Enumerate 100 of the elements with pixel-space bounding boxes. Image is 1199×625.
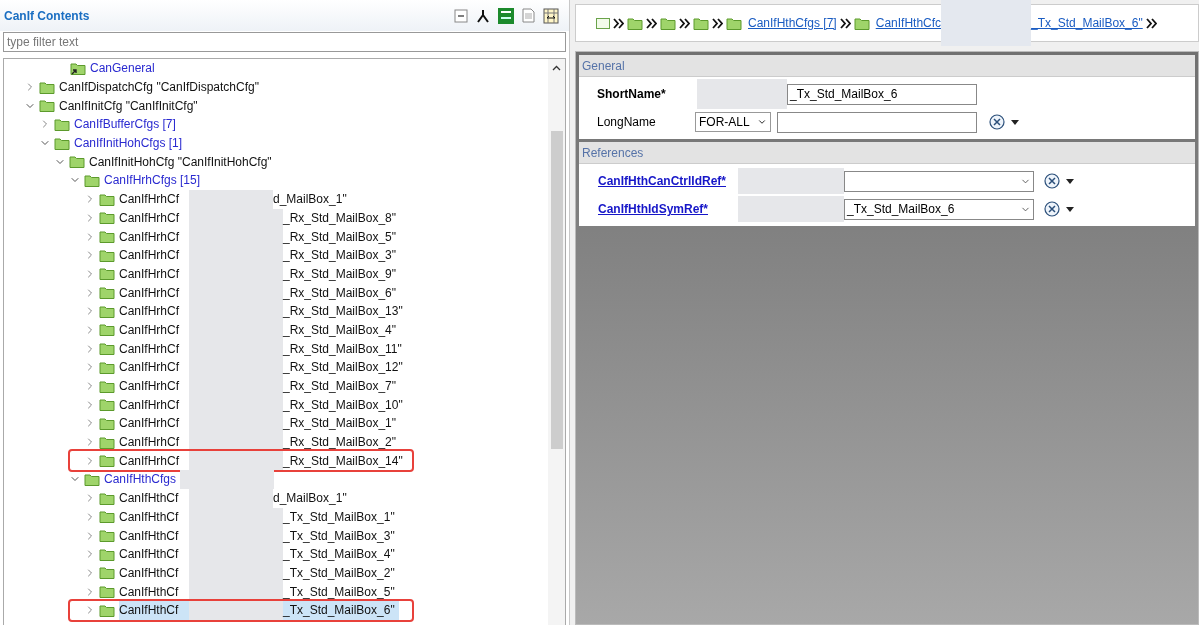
reference-link[interactable]: CanIfHthCanCtrlIdRef*	[598, 172, 732, 190]
tree-item-label: CanIfHthCf	[119, 602, 180, 620]
reference-combo[interactable]: _Tx_Std_MailBox_6	[844, 198, 1034, 220]
tree-item-label: _Rx_Std_MailBox_12"	[283, 359, 404, 377]
scrollbar[interactable]	[548, 59, 565, 625]
field-label: LongName	[597, 114, 657, 131]
tree-item-label: CanIfHthCf	[119, 583, 180, 601]
tree-item-label: _Tx_Std_MailBox_2"	[283, 564, 396, 582]
tree-item[interactable]: CanIfHrhCf _Rx_Std_MailBox_7"	[119, 376, 400, 396]
folder-icon	[99, 342, 115, 356]
tree-item-label: _Tx_Std_MailBox_6"	[283, 602, 396, 620]
tree-item-label: CanIfHrhCf	[119, 265, 181, 283]
tree-item[interactable]: CanIfHthCf _Tx_Std_MailBox_1"	[119, 507, 399, 527]
blank-box-icon	[596, 17, 610, 29]
tool-icon[interactable]	[1044, 201, 1060, 217]
tree-item[interactable]: CanIfHrhCf _Rx_Std_MailBox_11"	[119, 339, 406, 358]
tree-item[interactable]: CanIfHthCf _Tx_Std_MailBox_5"	[119, 582, 399, 601]
tree-item[interactable]: CanIfHrhCf _Rx_Std_MailBox_13"	[119, 301, 407, 321]
folder-icon	[99, 267, 115, 281]
dropdown-arrow-icon[interactable]	[1066, 178, 1074, 184]
tree-item-label: CanIfHrhCf	[119, 209, 181, 227]
tree-item-label: _Rx_Std_MailBox_2"	[283, 434, 397, 452]
tree-item[interactable]: CanIfHrhCf _Rx_Std_MailBox_5"	[119, 227, 400, 246]
text-field[interactable]	[777, 111, 977, 133]
collapse-all-icon[interactable]	[454, 8, 468, 23]
tree-item[interactable]: CanIfInitHohCfgs [1]	[74, 133, 183, 153]
tree-item-label: CanIfHrhCf	[119, 415, 181, 433]
text-field[interactable]: _Tx_Std_MailBox_6	[787, 83, 977, 105]
breadcrumb-link[interactable]: CanIfHthCfgs [7]	[748, 14, 837, 32]
folder-icon	[99, 435, 115, 449]
config-badge-icon[interactable]	[498, 7, 514, 24]
tree-item-label: _Tx_Std_MailBox_5"	[283, 583, 396, 601]
tool-icon[interactable]	[1044, 173, 1060, 189]
tree-item-label: CanIfHthCf	[119, 490, 180, 508]
tree-item[interactable]: CanIfHrhCf _Rx_Std_MailBox_14"	[119, 451, 407, 471]
tree-item[interactable]: CanIfHrhCf _Rx_Std_MailBox_4"	[119, 320, 400, 340]
tree-item[interactable]: CanIfInitCfg "CanIfInitCfg"	[59, 96, 198, 116]
tree-item-label: d_MailBox_1"	[273, 191, 348, 209]
tree-item[interactable]: CanIfInitHohCfg "CanIfInitHohCfg"	[89, 152, 272, 172]
scroll-up-icon[interactable]	[552, 65, 561, 71]
tree-item-label: CanIfHthCf	[119, 527, 180, 545]
folder-icon	[99, 230, 115, 244]
folder-icon	[99, 547, 115, 561]
folder-icon	[69, 155, 85, 169]
tree-item-label: _Tx_Std_MailBox_4"	[283, 546, 396, 564]
folder-icon	[99, 211, 115, 225]
dropdown-arrow-icon[interactable]	[1011, 119, 1019, 125]
tree-item[interactable]: CanGeneral	[90, 59, 155, 78]
language-select[interactable]: FOR-ALL	[695, 112, 771, 132]
tree-item-label: CanIfHrhCf	[119, 284, 181, 302]
folder-icon	[660, 16, 676, 30]
tree-item[interactable]: CanIfHrhCf _Rx_Std_MailBox_12"	[119, 358, 407, 377]
tree-item[interactable]: CanIfHthCf _Tx_Std_MailBox_4"	[119, 544, 399, 564]
double-chevron-icon	[679, 17, 690, 29]
folder-icon	[99, 192, 115, 206]
tree-item[interactable]: CanIfDispatchCfg "CanIfDispatchCfg"	[59, 77, 259, 97]
document-icon[interactable]	[522, 8, 535, 23]
folder-icon	[99, 398, 115, 412]
tree-item[interactable]: CanIfHrhCf _Rx_Std_MailBox_2"	[119, 432, 400, 452]
section-title: References	[582, 144, 644, 162]
tree-item-label: _Rx_Std_MailBox_5"	[283, 228, 397, 246]
tree-item-label: _Rx_Std_MailBox_4"	[283, 321, 397, 339]
breadcrumb-link[interactable]: CanIfHthCfc	[875, 14, 942, 32]
folder-icon	[99, 416, 115, 430]
tree-item[interactable]: CanIfHrhCf _Rx_Std_MailBox_6"	[119, 283, 400, 302]
tree-item-label: _Rx_Std_MailBox_7"	[283, 378, 397, 396]
tree-item[interactable]: CanIfHthCf _Tx_Std_MailBox_2"	[119, 563, 399, 583]
reference-combo[interactable]	[844, 170, 1034, 192]
folder-icon	[726, 16, 742, 30]
tree-item-label: _Tx_Std_MailBox_1"	[283, 508, 396, 526]
reference-link[interactable]: CanIfHthIdSymRef*	[598, 200, 732, 218]
folder-icon	[693, 16, 709, 30]
tool-icon[interactable]	[989, 114, 1005, 130]
tree-item[interactable]: CanIfHthCf d_MailBox_1"	[119, 488, 351, 508]
tree-item[interactable]: CanIfHthCf _Tx_Std_MailBox_3"	[119, 526, 399, 545]
table-icon[interactable]	[543, 7, 559, 24]
tree-item-label: _Rx_Std_MailBox_3"	[283, 247, 397, 265]
folder-icon	[99, 379, 115, 393]
breadcrumb-link[interactable]: _Tx_Std_MailBox_6"	[1031, 14, 1143, 32]
tree-item-label: CanIfHrhCf	[119, 247, 181, 265]
tree-item-label: CanIfHthCf	[119, 508, 180, 526]
tree-item[interactable]: CanIfBufferCfgs [7]	[74, 115, 176, 134]
folder-icon	[99, 304, 115, 318]
tree-item[interactable]: CanIfHrhCf _Rx_Std_MailBox_9"	[119, 264, 400, 284]
tree-item[interactable]: CanIfHrhCfgs [15]	[104, 171, 201, 190]
folder-icon	[99, 360, 115, 374]
branch-icon[interactable]	[476, 8, 490, 23]
tree-item[interactable]: CanIfHrhCf _Rx_Std_MailBox_1"	[119, 414, 400, 433]
tree-item-label: _Tx_Std_MailBox_3"	[283, 527, 396, 545]
tree-item[interactable]: CanIfHrhCf d_MailBox_1"	[119, 189, 351, 209]
tree-item-label: _Rx_Std_MailBox_13"	[283, 303, 404, 321]
tree-item[interactable]: CanIfHrhCf _Rx_Std_MailBox_8"	[119, 208, 400, 228]
tree-item[interactable]: CanIfHthCfgs	[104, 470, 177, 489]
dropdown-arrow-icon[interactable]	[1066, 206, 1074, 212]
tree-item[interactable]: CanIfHrhCf _Rx_Std_MailBox_10"	[119, 395, 407, 415]
double-chevron-icon	[613, 17, 624, 29]
tree-item[interactable]: CanIfHrhCf _Rx_Std_MailBox_3"	[119, 245, 400, 265]
folder-icon	[99, 491, 115, 505]
filter-field[interactable]: type filter text	[3, 32, 566, 52]
scrollbar-thumb[interactable]	[550, 131, 563, 449]
